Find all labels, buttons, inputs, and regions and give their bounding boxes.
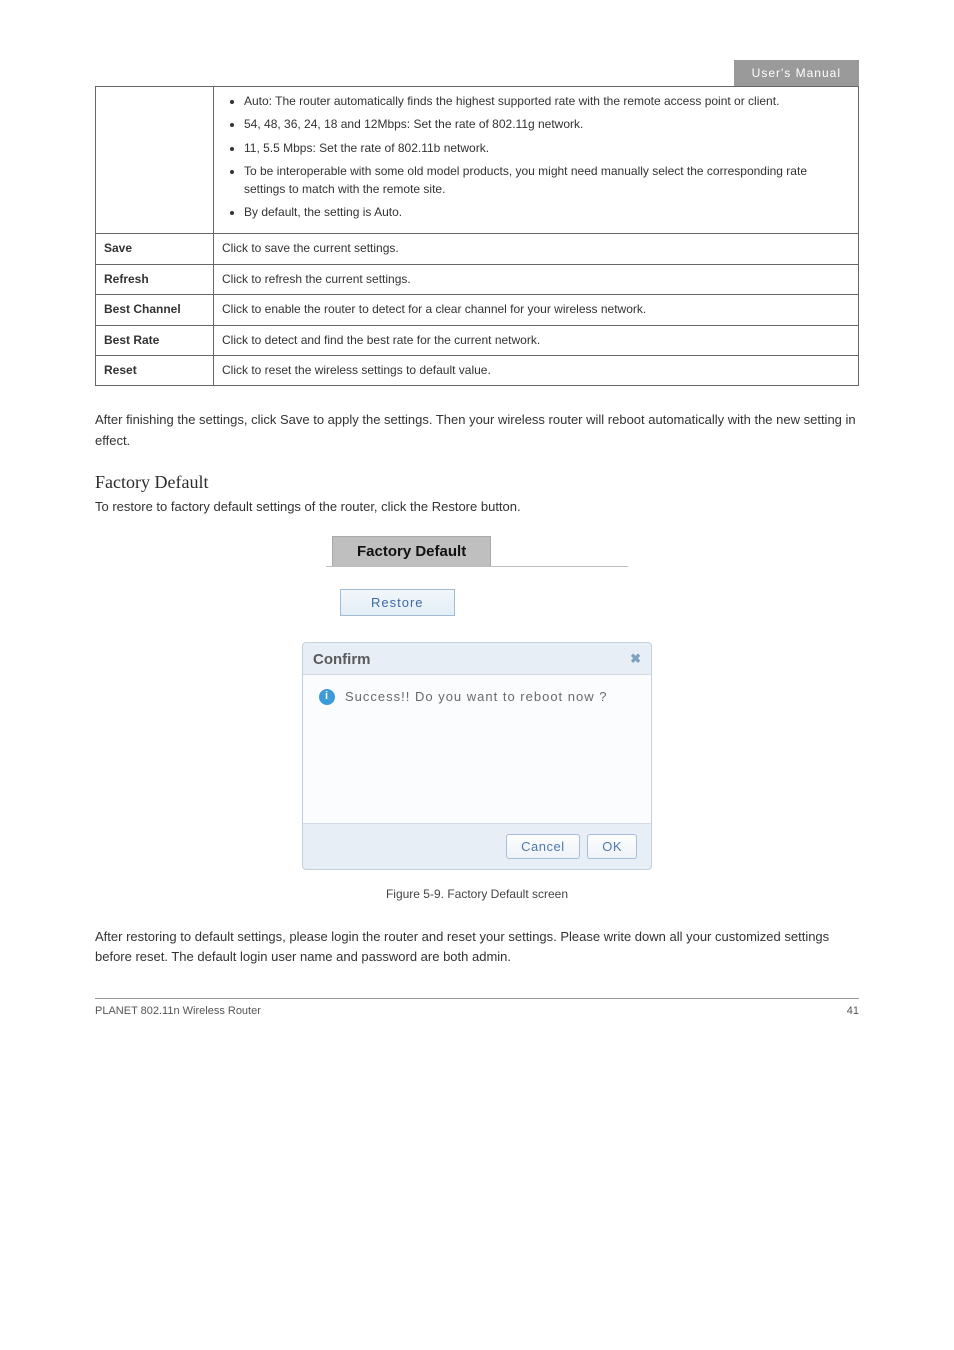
info-icon: i xyxy=(319,689,335,705)
factory-default-tab-label: Factory Default xyxy=(357,543,466,560)
cancel-button[interactable]: Cancel xyxy=(506,834,579,859)
figure-caption: Figure 5-9. Factory Default screen xyxy=(95,887,859,901)
section-description: To restore to factory default settings o… xyxy=(95,497,859,518)
close-icon[interactable]: ✖ xyxy=(630,651,641,667)
header-tag: User's Manual xyxy=(734,60,859,86)
dialog-footer: Cancel OK xyxy=(303,824,651,869)
cell-content: Click to enable the router to detect for… xyxy=(214,295,859,325)
confirm-dialog: Confirm ✖ i Success!! Do you want to reb… xyxy=(302,642,652,870)
ok-button[interactable]: OK xyxy=(587,834,637,859)
cell-label: Best Channel xyxy=(96,295,214,325)
page-footer: PLANET 802.11n Wireless Router 41 xyxy=(95,998,859,1017)
paragraph-save-note: After finishing the settings, click Save… xyxy=(95,410,859,452)
table-row: Best Rate Click to detect and find the b… xyxy=(96,325,859,355)
cell-content: Click to save the current settings. xyxy=(214,234,859,264)
list-item: 11, 5.5 Mbps: Set the rate of 802.11b ne… xyxy=(244,140,850,157)
paragraph-login-note: After restoring to default settings, ple… xyxy=(95,927,859,969)
restore-button[interactable]: Restore xyxy=(340,589,455,616)
cell-label: Reset xyxy=(96,355,214,385)
table-row: Save Click to save the current settings. xyxy=(96,234,859,264)
settings-table: Auto: The router automatically finds the… xyxy=(95,86,859,386)
list-item: Auto: The router automatically finds the… xyxy=(244,93,850,110)
dialog-title-text: Confirm xyxy=(313,651,630,668)
info-icon-glyph: i xyxy=(325,691,329,702)
cell-content: Click to reset the wireless settings to … xyxy=(214,355,859,385)
section-title: Factory Default xyxy=(95,472,859,493)
table-row: Best Channel Click to enable the router … xyxy=(96,295,859,325)
cell-label: Save xyxy=(96,234,214,264)
cell-content: Click to refresh the current settings. xyxy=(214,264,859,294)
cell-label: Refresh xyxy=(96,264,214,294)
footer-left: PLANET 802.11n Wireless Router xyxy=(95,1005,847,1017)
list-item: 54, 48, 36, 24, 18 and 12Mbps: Set the r… xyxy=(244,116,850,133)
dialog-message: Success!! Do you want to reboot now ? xyxy=(345,687,635,811)
table-row: Auto: The router automatically finds the… xyxy=(96,87,859,234)
list-item: To be interoperable with some old model … xyxy=(244,163,850,198)
factory-default-widget: Factory Default Restore xyxy=(326,536,628,616)
footer-right: 41 xyxy=(847,1005,859,1017)
factory-default-tab[interactable]: Factory Default xyxy=(332,536,491,566)
table-row: Refresh Click to refresh the current set… xyxy=(96,264,859,294)
dialog-titlebar: Confirm ✖ xyxy=(303,643,651,674)
cell-label xyxy=(96,87,214,234)
page-header: User's Manual xyxy=(95,60,859,87)
cell-label: Best Rate xyxy=(96,325,214,355)
cell-content: Auto: The router automatically finds the… xyxy=(214,87,859,234)
list-item: By default, the setting is Auto. xyxy=(244,204,850,221)
cell-content: Click to detect and find the best rate f… xyxy=(214,325,859,355)
table-row: Reset Click to reset the wireless settin… xyxy=(96,355,859,385)
